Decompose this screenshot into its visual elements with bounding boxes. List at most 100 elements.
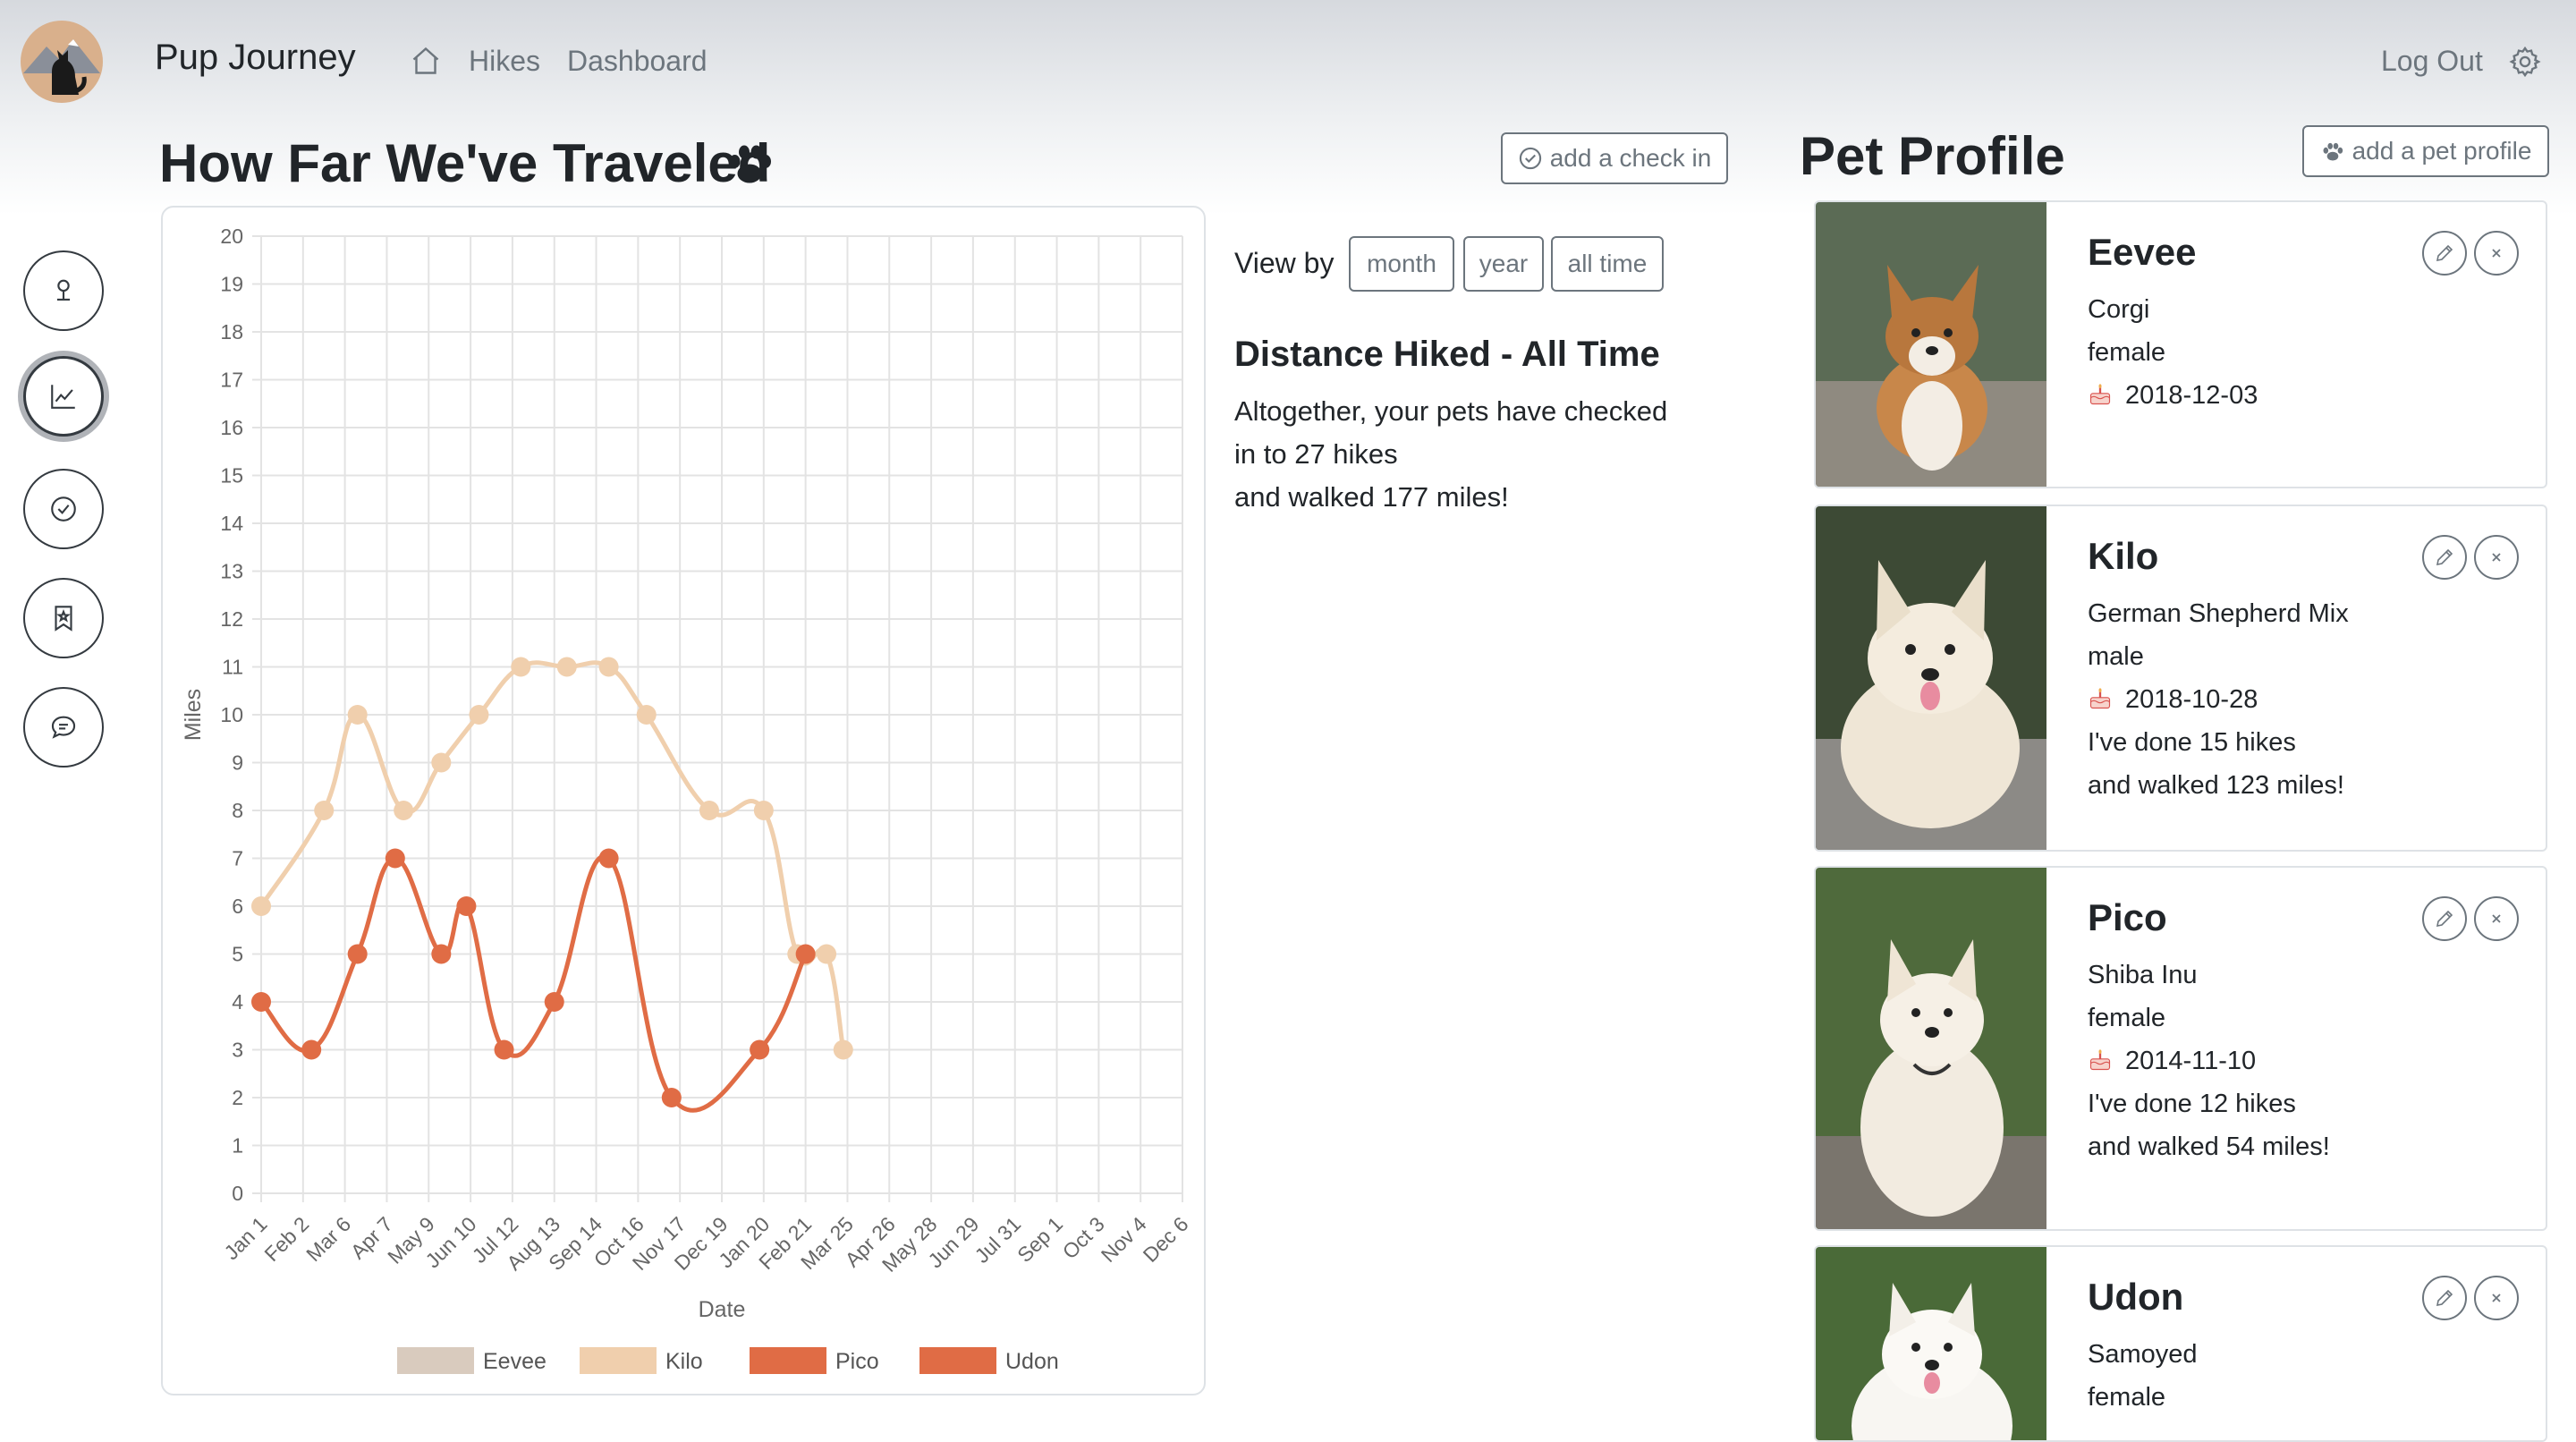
x-tick-label: Mar 6 [301, 1212, 355, 1266]
sidebar-messages-button[interactable] [23, 687, 104, 768]
edit-pet-button[interactable] [2422, 231, 2467, 276]
data-point-kilo [314, 801, 335, 820]
y-tick-label: 1 [232, 1134, 243, 1158]
y-tick-label: 6 [232, 895, 243, 918]
data-point-pico [347, 944, 368, 964]
delete-pet-button[interactable] [2474, 896, 2519, 941]
pet-birthday-row: 2018-12-03 [2088, 381, 2258, 411]
legend-swatch-pico [750, 1347, 826, 1374]
page-title: How Far We've Traveled [159, 133, 771, 193]
legend-swatch-eevee [397, 1347, 474, 1374]
y-tick-label: 7 [232, 847, 243, 870]
map-pin-icon [56, 279, 71, 301]
pup-journey-logo[interactable] [20, 20, 104, 104]
check-circle-icon [1519, 147, 1541, 170]
check-circle-icon [51, 496, 76, 522]
data-point-kilo [469, 705, 489, 725]
distance-line-chart: 01234567891011121314151617181920Jan 1Feb… [181, 225, 1193, 1374]
pet-breed: Shiba Inu [2088, 961, 2198, 989]
data-point-kilo [598, 657, 619, 677]
legend-swatch-udon [919, 1347, 996, 1374]
pet-birthday-row: 2014-11-10 [2088, 1047, 2256, 1076]
pet-card-udon: Udon Samoyed female [1814, 1245, 2547, 1442]
x-tick-label: Sep 1 [1013, 1212, 1067, 1267]
data-point-kilo [511, 657, 531, 677]
x-tick-label: Feb 2 [259, 1212, 313, 1266]
edit-pet-button[interactable] [2422, 1276, 2467, 1320]
birthday-cake-icon [2088, 686, 2113, 711]
pet-birthday-row: 2018-10-28 [2088, 685, 2258, 715]
x-tick-label: Dec 6 [1139, 1212, 1193, 1267]
birthday-cake-icon [2088, 382, 2113, 407]
delete-pet-button[interactable] [2474, 535, 2519, 580]
pet-card-eevee: Eevee Corgi female 2018-12-03 [1814, 200, 2547, 488]
nav-hikes-link[interactable]: Hikes [469, 45, 540, 78]
data-point-kilo [753, 801, 774, 820]
pet-sex: female [2088, 1004, 2166, 1032]
y-tick-label: 16 [220, 416, 243, 439]
y-axis-title: Miles [181, 689, 206, 741]
y-tick-label: 19 [220, 273, 243, 296]
data-point-kilo [636, 705, 657, 725]
pet-hike-count: I've done 12 hikes [2088, 1090, 2296, 1118]
y-tick-label: 14 [220, 512, 243, 535]
data-point-pico [795, 944, 816, 964]
legend-label-udon: Udon [1005, 1349, 1059, 1374]
data-point-kilo [556, 657, 577, 677]
sidebar-checkins-button[interactable] [23, 469, 104, 549]
legend-swatch-kilo [580, 1347, 657, 1374]
data-point-kilo [347, 705, 368, 725]
pencil-icon [2436, 244, 2453, 262]
data-point-pico [301, 1039, 322, 1060]
pet-name: Kilo [2088, 535, 2159, 577]
x-tick-label: Jul 31 [970, 1212, 1025, 1268]
pet-photo-pico [1816, 868, 2046, 1229]
pet-photo-udon [1816, 1247, 2046, 1440]
bookmark-star-icon [55, 606, 72, 632]
delete-pet-button[interactable] [2474, 231, 2519, 276]
y-tick-label: 12 [220, 607, 243, 631]
close-icon [2492, 1294, 2501, 1302]
add-checkin-button[interactable]: add a check in [1501, 132, 1728, 184]
view-by-year-button[interactable]: year [1463, 236, 1544, 292]
sidebar-chart-button[interactable] [23, 356, 104, 437]
y-tick-label: 8 [232, 799, 243, 822]
pet-sex: female [2088, 1383, 2166, 1412]
edit-pet-button[interactable] [2422, 535, 2467, 580]
legend-label-kilo: Kilo [665, 1349, 703, 1374]
y-tick-label: 17 [220, 369, 243, 392]
view-by-label: View by [1234, 247, 1335, 279]
y-tick-label: 11 [222, 656, 243, 679]
view-by-month-button[interactable]: month [1349, 236, 1454, 292]
pet-breed: Corgi [2088, 295, 2150, 324]
pet-birthday: 2014-11-10 [2125, 1047, 2257, 1075]
summary-line-3: and walked 177 miles! [1234, 481, 1509, 513]
pet-sex: female [2088, 338, 2166, 367]
x-tick-label: Nov 4 [1097, 1212, 1151, 1267]
data-point-pico [750, 1039, 770, 1060]
edit-pet-button[interactable] [2422, 896, 2467, 941]
data-point-kilo [817, 944, 837, 964]
sidebar-bookmarks-button[interactable] [23, 578, 104, 658]
sidebar-map-pin-button[interactable] [23, 250, 104, 331]
birthday-cake-icon [2088, 1048, 2113, 1073]
data-point-pico [544, 992, 564, 1012]
paw-icon [2323, 142, 2343, 161]
view-by-all-time-button[interactable]: all time [1551, 236, 1664, 292]
brand-name[interactable]: Pup Journey [155, 38, 356, 78]
data-point-kilo [251, 896, 271, 916]
close-icon [2492, 249, 2501, 258]
y-tick-label: 10 [220, 703, 243, 726]
data-point-pico [598, 848, 619, 869]
logout-link[interactable]: Log Out [2381, 45, 2483, 78]
home-icon[interactable] [410, 45, 442, 77]
paw-icon [723, 136, 776, 190]
delete-pet-button[interactable] [2474, 1276, 2519, 1320]
add-pet-profile-button[interactable]: add a pet profile [2302, 125, 2549, 177]
y-tick-label: 3 [232, 1039, 243, 1062]
x-tick-label: Jan 1 [219, 1212, 271, 1264]
nav-dashboard-link[interactable]: Dashboard [567, 45, 708, 78]
data-point-pico [494, 1039, 514, 1060]
pet-miles: and walked 54 miles! [2088, 1132, 2330, 1161]
gear-icon[interactable] [2508, 45, 2542, 79]
